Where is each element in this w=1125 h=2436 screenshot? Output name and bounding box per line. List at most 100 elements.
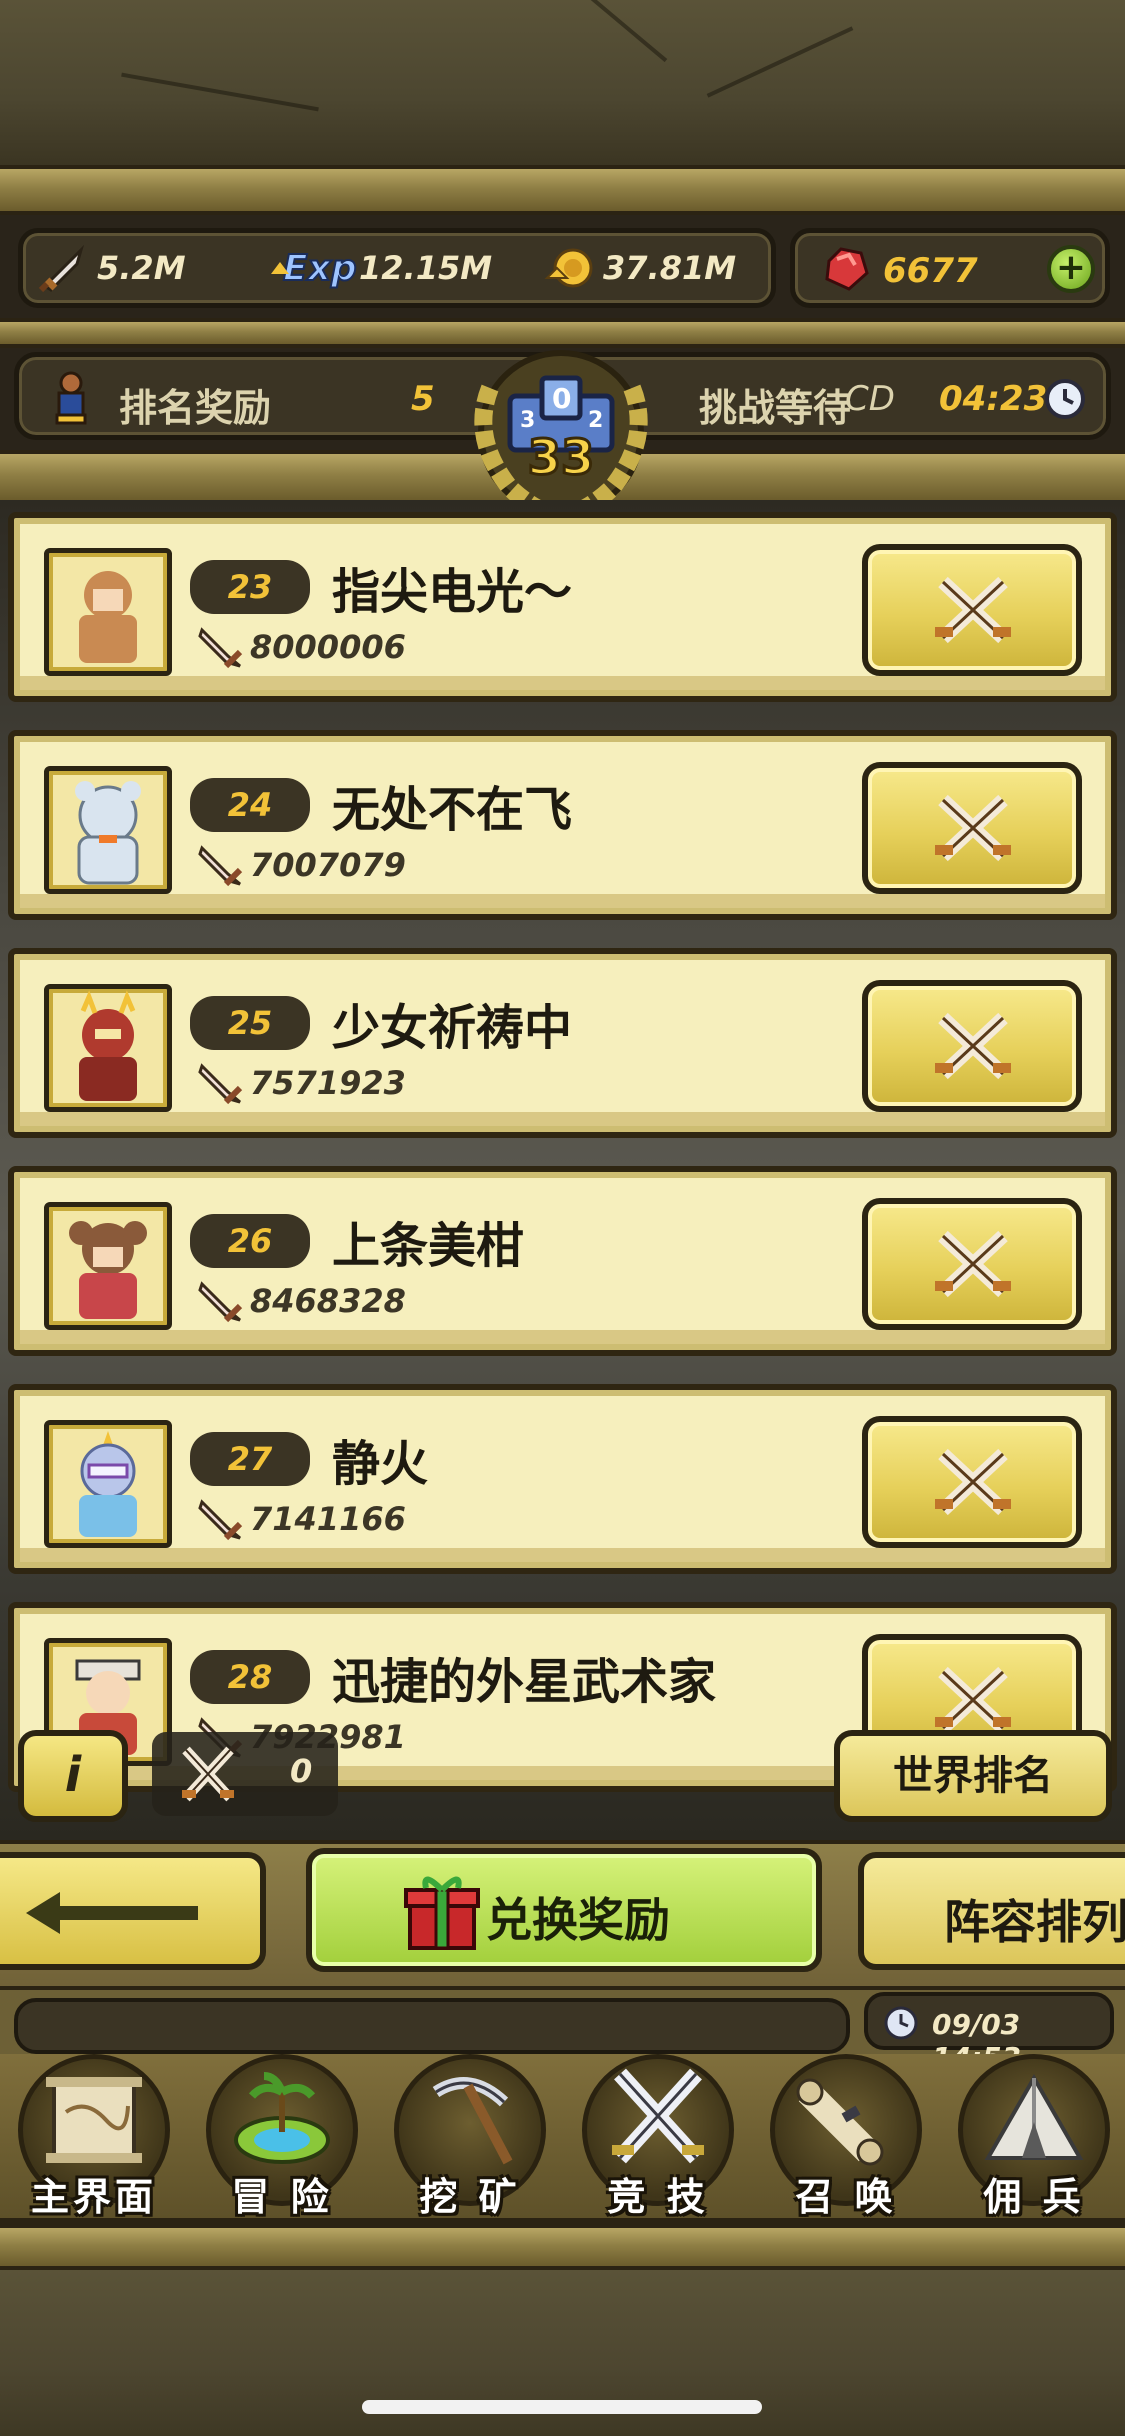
crossed-swords-icon (935, 1230, 1011, 1298)
challenge-button[interactable] (862, 544, 1082, 676)
top-background (0, 0, 1125, 165)
crossed-swords-icon (612, 2068, 704, 2164)
redeem-label: 兑换奖励 (486, 1893, 670, 1947)
opponent-power: 7007079 (250, 846, 406, 884)
opponent-name: 指尖电光～ (332, 564, 573, 620)
world-ranking-button[interactable]: 世界排名 (834, 1730, 1112, 1822)
my-rank-number: 33 (526, 429, 596, 488)
nav-label: 召 唤 (795, 2175, 897, 2219)
opponent-card: 25 少女祈祷中 7571923 (8, 948, 1117, 1138)
nav-label: 竞 技 (607, 2175, 709, 2219)
bottom-navigation: 主界面 冒 险 挖 矿 竞 技 召 唤 佣 兵 (0, 2054, 1125, 2224)
crossed-swords-icon (935, 1012, 1011, 1080)
attack-value: 5.2M (97, 249, 186, 287)
clock-display: 09/03 14:53 (864, 1992, 1114, 2074)
rank-reward-value: 5 (411, 379, 435, 419)
nav-adventure[interactable]: 冒 险 (188, 2054, 376, 2224)
challenge-cd-label: 挑战等待 (699, 386, 852, 430)
challenge-button[interactable] (862, 1416, 1082, 1548)
power-sword-icon (198, 1063, 243, 1105)
rank-reward-label: 排名奖励 (119, 386, 272, 430)
attack-resource: 5.2M (37, 233, 186, 303)
lineup-label: 阵容排列 (944, 1895, 1125, 1949)
trophy-figure-icon (55, 371, 87, 425)
nav-main[interactable]: 主界面 (0, 2054, 188, 2224)
back-button[interactable] (0, 1852, 266, 1970)
power-sword-icon (198, 845, 243, 887)
tickets-count: 0 (290, 1752, 313, 1790)
exp-resource: Exp 12.15M (271, 233, 492, 303)
nav-mining[interactable]: 挖 矿 (376, 2054, 564, 2224)
opponent-name: 上条美柑 (332, 1218, 525, 1274)
opponent-card: 27 静火 7141166 (8, 1384, 1117, 1574)
home-indicator[interactable] (362, 2400, 762, 2414)
opponent-rank: 28 (190, 1650, 310, 1704)
exp-value: 12.15M (359, 249, 493, 287)
lineup-button[interactable]: 阵容排列 (858, 1852, 1125, 1970)
clock-icon (1045, 379, 1085, 419)
ruby-gem-icon (825, 247, 869, 291)
challenge-cd-value: 04:23 (939, 379, 1048, 419)
nav-summon[interactable]: 召 唤 (752, 2054, 940, 2224)
opponent-avatar (44, 1202, 172, 1330)
add-gems-button[interactable]: + (1047, 245, 1095, 293)
crossed-swords-icon (935, 1666, 1011, 1734)
island-icon (234, 2072, 330, 2164)
challenge-tickets: 0 (152, 1732, 338, 1816)
opponent-rank: 26 (190, 1214, 310, 1268)
crossed-swords-icon (182, 1746, 234, 1802)
exp-icon: Exp (271, 242, 358, 294)
nav-label: 主界面 (30, 2175, 157, 2219)
opponent-power: 8000006 (250, 628, 406, 666)
sword-icon (38, 244, 85, 293)
redeem-rewards-button[interactable]: 兑换奖励 (306, 1848, 822, 1972)
opponent-rank: 24 (190, 778, 310, 832)
opponent-rank: 25 (190, 996, 310, 1050)
resource-bar: 5.2M Exp 12.15M 37.81M (18, 228, 776, 308)
gold-coin-icon (544, 248, 593, 288)
opponent-avatar (44, 984, 172, 1112)
nav-label: 佣 兵 (983, 2175, 1085, 2219)
summon-scroll-icon (796, 2078, 884, 2166)
challenge-button[interactable] (862, 980, 1082, 1112)
back-arrow-icon (26, 1892, 198, 1934)
nav-label: 冒 险 (231, 2175, 333, 2219)
gem-value: 6677 (883, 251, 978, 291)
challenge-button[interactable] (862, 762, 1082, 894)
opponent-name: 迅捷的外星武术家 (332, 1654, 717, 1710)
crossed-swords-icon (935, 576, 1011, 644)
opponent-rank: 23 (190, 560, 310, 614)
opponent-power: 7141166 (250, 1500, 406, 1538)
map-scroll-icon (46, 2077, 142, 2163)
clock-icon (884, 2006, 918, 2040)
bottom-frame-band (0, 2224, 1125, 2270)
top-frame-band (0, 165, 1125, 215)
power-sword-icon (198, 1281, 243, 1323)
tent-icon (984, 2073, 1084, 2160)
opponent-card: 23 指尖电光～ 8000006 (8, 512, 1117, 702)
gold-value: 37.81M (603, 249, 737, 287)
nav-arena[interactable]: 竞 技 (564, 2054, 752, 2224)
challenge-cd-suffix: CD (845, 379, 895, 419)
nav-label: 挖 矿 (419, 2175, 521, 2219)
opponent-name: 少女祈祷中 (332, 1000, 573, 1056)
gold-resource: 37.81M (543, 233, 736, 303)
opponent-card: 26 上条美柑 8468328 (8, 1166, 1117, 1356)
power-sword-icon (198, 1499, 243, 1541)
medal-digit-mid: 0 (552, 382, 572, 415)
power-sword-icon (198, 627, 243, 669)
crossed-swords-icon (935, 794, 1011, 862)
challenge-button[interactable] (862, 1198, 1082, 1330)
crossed-swords-icon (935, 1448, 1011, 1516)
opponent-avatar (44, 548, 172, 676)
opponent-power: 7571923 (250, 1064, 406, 1102)
pickaxe-icon (432, 2077, 513, 2165)
gift-box-icon (404, 1876, 480, 1950)
opponent-card: 24 无处不在飞 7007079 (8, 730, 1117, 920)
gem-bar: 6677 + (790, 228, 1110, 308)
info-button[interactable]: i (18, 1730, 128, 1822)
nav-mercenary[interactable]: 佣 兵 (940, 2054, 1125, 2224)
opponent-avatar (44, 766, 172, 894)
opponent-name: 静火 (332, 1436, 429, 1492)
opponent-avatar (44, 1420, 172, 1548)
